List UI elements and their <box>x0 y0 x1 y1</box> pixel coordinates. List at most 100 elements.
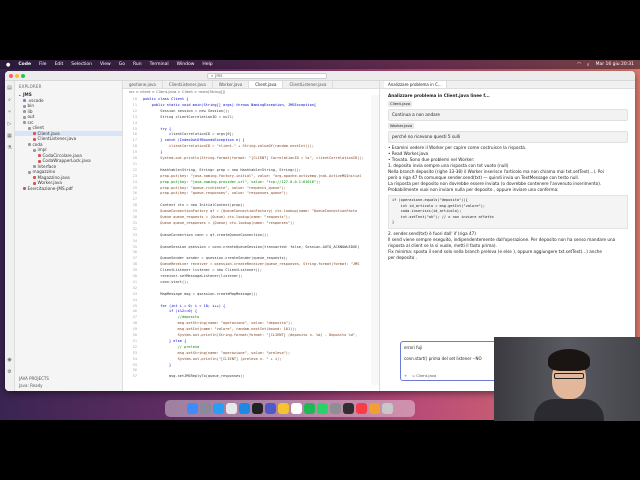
code-line: MapMessage msg = qsession.createMapMessa… <box>143 291 258 296</box>
line-number: 26 <box>132 191 137 196</box>
code-view[interactable]: 10 public class Client {11 public static … <box>123 95 379 391</box>
music-icon[interactable] <box>356 403 367 414</box>
obs-icon[interactable] <box>343 403 354 414</box>
search-icon[interactable]: ⌕ <box>8 97 11 103</box>
file-icon <box>23 115 26 119</box>
java-status[interactable]: Java: Ready <box>15 382 122 389</box>
code-line: public class Client { <box>143 97 189 101</box>
wifi-icon[interactable]: ◠ <box>577 62 581 67</box>
line-number: 43 <box>132 291 137 296</box>
line-number: 33 <box>132 232 137 237</box>
menu-item-help[interactable]: Help <box>202 62 212 67</box>
file-tree-item-label: magazzino <box>32 169 56 174</box>
line-number: 25 <box>132 185 137 190</box>
code-line: receiver.setMessageListener(listener); <box>143 274 243 278</box>
explorer-icon[interactable]: ▤ <box>7 85 12 91</box>
spotify-icon[interactable] <box>304 403 315 414</box>
editor-tab[interactable]: ClientListener.java <box>283 81 334 88</box>
line-number: 38 <box>132 262 137 267</box>
plus-icon[interactable]: + <box>404 373 407 378</box>
teams-icon[interactable] <box>265 403 276 414</box>
file-tree-item-label: out <box>27 114 35 119</box>
trash-icon[interactable] <box>382 403 393 414</box>
search-icon[interactable]: ⌕ <box>587 62 590 68</box>
file-tree-item-label: lib <box>27 108 33 114</box>
file-tree-item-label: ClientListener.java <box>37 136 77 141</box>
code-line: prop.put(key: "queue.richieste", value: … <box>143 185 286 190</box>
line-number: 31 <box>132 220 137 225</box>
code-line: msg.setString(name: "operazione", value:… <box>143 321 293 326</box>
finder-icon[interactable] <box>187 403 198 414</box>
editor-tab[interactable]: gestione.java <box>123 81 163 88</box>
editor-tab[interactable]: Worker.java <box>213 81 250 88</box>
extensions-icon[interactable]: ▦ <box>7 133 12 139</box>
editor-area: gestione.java ClientListener.java Worker.j… <box>123 81 379 391</box>
code-line: QueueSender sender = qsession.createSend… <box>143 256 288 261</box>
context-file-chip[interactable]: Client.java <box>388 101 413 107</box>
calendar-icon[interactable] <box>291 403 302 414</box>
gear-icon[interactable]: ⚙ <box>7 369 11 375</box>
command-center-search[interactable]: ⌕ jms <box>207 72 327 79</box>
whatsapp-icon[interactable] <box>317 403 328 414</box>
apple-menu-icon[interactable]: ● <box>6 62 10 68</box>
terminal-icon[interactable] <box>252 403 263 414</box>
test-icon[interactable]: ⚗ <box>7 145 11 151</box>
menu-item-go[interactable]: Go <box>119 62 125 67</box>
clock[interactable]: Mar 16 giu 20:31 <box>596 62 634 67</box>
chat-tab[interactable]: Analizzare problema in C... <box>384 81 447 88</box>
run-debug-icon[interactable]: ▷ <box>8 121 12 127</box>
menu-item-terminal[interactable]: Terminal <box>150 62 169 67</box>
source-control-icon[interactable]: ⑂ <box>8 109 11 115</box>
menu-item-edit[interactable]: Edit <box>55 62 64 67</box>
code-line: // preleva <box>143 344 200 349</box>
close-button[interactable] <box>9 73 13 78</box>
context-chip-row: Worker.java <box>388 123 628 129</box>
editor-tab[interactable]: Client.java <box>249 81 284 88</box>
line-number: 29 <box>132 209 137 214</box>
code-line: conn.start(); <box>143 279 189 284</box>
code-line: QueueReceiver receiver = qsession.create… <box>143 262 360 267</box>
minimize-button[interactable] <box>15 73 19 78</box>
menu-item-window[interactable]: Window <box>177 62 195 67</box>
editor-tab[interactable]: ClientListener.java <box>163 81 213 88</box>
account-icon[interactable]: ◉ <box>7 357 11 363</box>
java-projects-section[interactable]: JAVA PROJECTS <box>15 375 122 382</box>
menu-item-view[interactable]: View <box>100 62 111 67</box>
code-line: prop.put(key: "queue.responses", value: … <box>143 191 288 196</box>
app-menu[interactable]: Code <box>18 62 31 67</box>
context-file-chip[interactable]: Worker.java <box>388 123 415 129</box>
file-tree-item-label: coda <box>32 141 43 147</box>
launchpad-icon[interactable] <box>200 403 211 414</box>
code-line: System.out.println(String.format(format:… <box>143 333 358 337</box>
context-file-chip[interactable]: Client.java <box>416 373 436 378</box>
code-line: msg.setString(name: "operazione", value:… <box>143 350 291 355</box>
photos-icon[interactable] <box>369 403 380 414</box>
line-number: 45 <box>132 303 137 308</box>
menu-item-selection[interactable]: Selection <box>71 62 92 67</box>
vscode-icon[interactable] <box>239 403 250 414</box>
file-icon <box>33 181 36 185</box>
code-line: Session session = new Session(); <box>143 108 230 113</box>
chat-title: Analizzare problema in Client.java linee… <box>388 93 490 98</box>
safari-icon[interactable] <box>213 403 224 414</box>
line-number: 20 <box>132 156 137 160</box>
letterbox-bottom <box>0 420 640 480</box>
code-line: Queue queue_responses = (Queue) ctx.look… <box>143 220 295 225</box>
file-icon <box>38 154 41 157</box>
maximize-button[interactable] <box>21 73 25 78</box>
minimap[interactable] <box>371 95 379 385</box>
code-line: QueueSession qsession = conn.createQueue… <box>143 244 360 249</box>
line-number: 11 <box>132 102 137 107</box>
line-number: 23 <box>132 173 137 178</box>
code-line: Queue queue_requests = (Queue) ctx.looku… <box>143 215 291 219</box>
file-tree-item-label: impl <box>37 147 47 152</box>
menu-item-file[interactable]: File <box>39 62 47 67</box>
menu-item-run[interactable]: Run <box>133 62 142 67</box>
file-tree-item[interactable]: Esercitazione-JMS.pdf <box>15 186 122 192</box>
code-line: Context ctx = new InitialContext(prop); <box>143 203 245 208</box>
settings-icon[interactable] <box>330 403 341 414</box>
line-number: 55 <box>132 362 137 367</box>
notes-icon[interactable] <box>278 403 289 414</box>
file-tree-item-label: CodaWrapperLock.java <box>42 158 91 163</box>
chrome-icon[interactable] <box>226 403 237 414</box>
